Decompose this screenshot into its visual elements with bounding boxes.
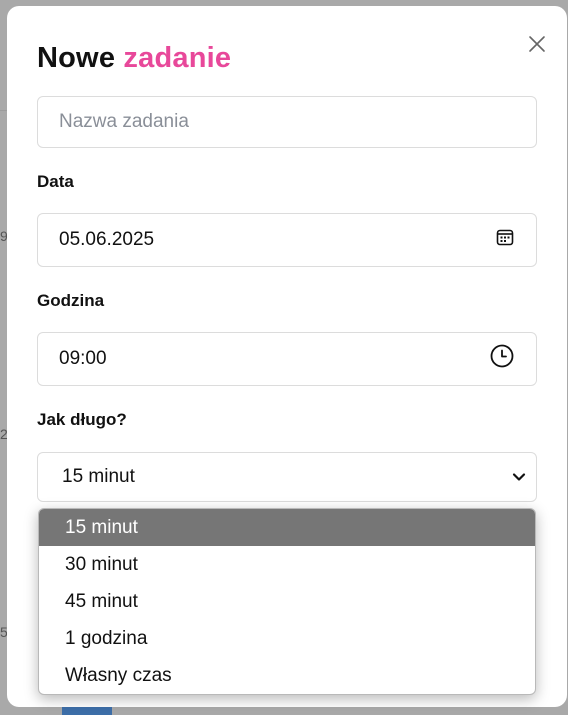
- clock-icon[interactable]: [490, 344, 514, 374]
- chevron-down-icon: [512, 466, 526, 488]
- duration-option[interactable]: Własny czas: [39, 657, 535, 694]
- duration-select[interactable]: 15 minut: [37, 452, 537, 502]
- duration-label: Jak długo?: [37, 410, 127, 429]
- close-button[interactable]: [526, 33, 548, 55]
- duration-dropdown-list: 15 minut 30 minut 45 minut 1 godzina Wła…: [38, 508, 536, 695]
- task-name-placeholder: Nazwa zadania: [59, 111, 189, 132]
- duration-option[interactable]: 45 minut: [39, 583, 535, 620]
- dialog-title: Nowe zadanie: [37, 42, 231, 75]
- duration-option[interactable]: 30 minut: [39, 546, 535, 583]
- calendar-icon[interactable]: [496, 228, 514, 252]
- duration-option[interactable]: 1 godzina: [39, 620, 535, 657]
- date-field[interactable]: 05.06.2025: [37, 213, 537, 267]
- task-name-input[interactable]: Nazwa zadania: [37, 96, 537, 148]
- dialog-title-accent: zadanie: [123, 42, 232, 74]
- duration-option[interactable]: 15 minut: [39, 509, 535, 546]
- time-label: Godzina: [37, 291, 105, 310]
- date-value: 05.06.2025: [59, 229, 155, 250]
- date-label: Data: [37, 172, 74, 191]
- close-icon: [529, 36, 545, 52]
- time-field[interactable]: 09:00: [37, 332, 537, 386]
- time-value: 09:00: [59, 348, 107, 369]
- duration-selected-value: 15 minut: [62, 466, 135, 487]
- dialog-title-main: Nowe: [37, 42, 116, 74]
